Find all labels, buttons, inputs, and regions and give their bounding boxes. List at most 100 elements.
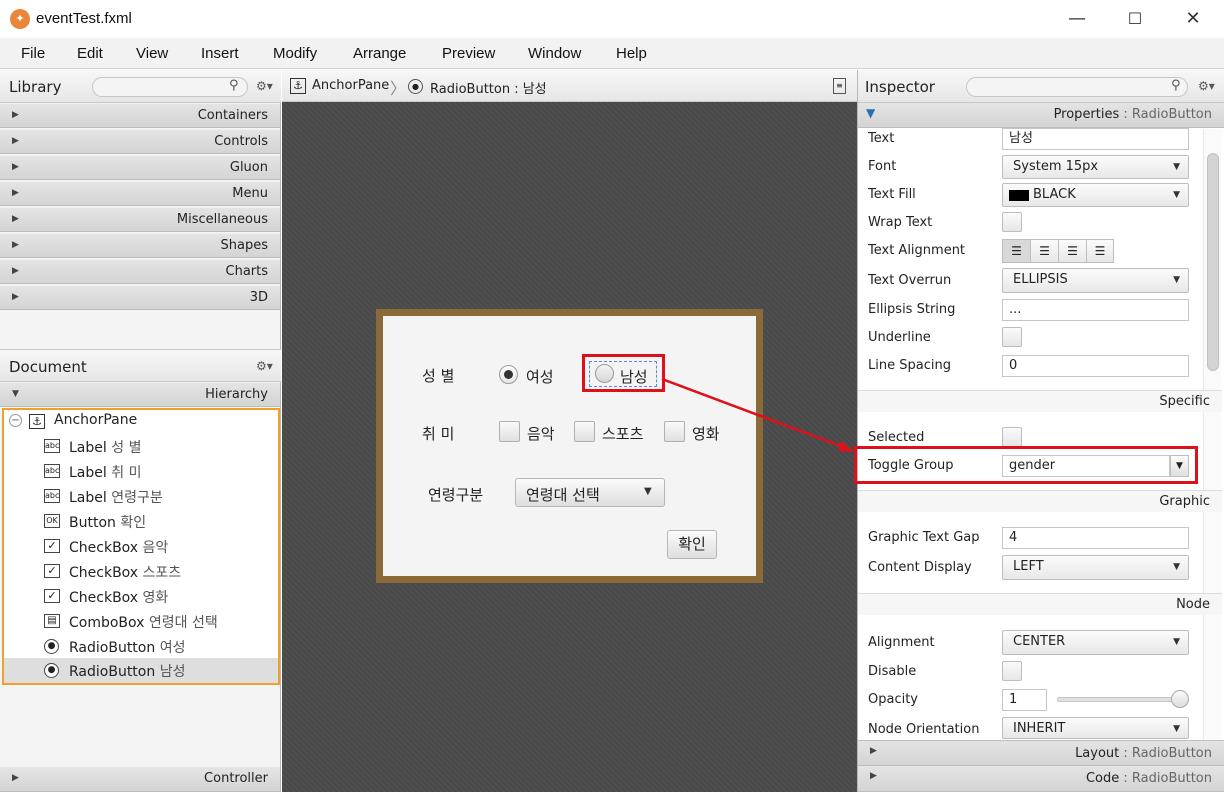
prop-gap-label: Graphic Text Gap <box>868 530 980 545</box>
radio-female-label[interactable]: 여성 <box>526 366 554 387</box>
opacity-slider-thumb[interactable] <box>1171 690 1189 708</box>
menu-preview[interactable]: Preview <box>442 45 495 62</box>
library-category-miscellaneous[interactable]: ▶ Miscellaneous <box>0 207 280 232</box>
prop-orientation-label: Node Orientation <box>868 722 980 737</box>
menu-file[interactable]: File <box>21 45 45 62</box>
tree-item-radiobutton-selected[interactable]: ● RadioButton 남성 <box>4 658 278 683</box>
breadcrumb-separator-icon: 〉 <box>390 79 407 98</box>
document-icon[interactable]: ≡ <box>833 78 846 94</box>
properties-header[interactable]: ▼ Properties : RadioButton <box>858 103 1224 128</box>
tree-item-checkbox[interactable]: ✓ CheckBox 음악 <box>4 534 278 559</box>
expand-arrow-icon: ▶ <box>12 136 19 146</box>
annotation-box-togglegroup <box>854 446 1198 484</box>
prop-linespacing-field[interactable]: 0 <box>1002 355 1189 377</box>
label-icon: abc <box>44 489 60 503</box>
tree-item-button[interactable]: OK Button 확인 <box>4 509 278 534</box>
menu-insert[interactable]: Insert <box>201 45 239 62</box>
breadcrumb-anchorpane[interactable]: AnchorPane <box>312 78 389 93</box>
ok-button[interactable]: 확인 <box>667 530 717 559</box>
chevron-down-icon: ▼ <box>644 486 652 497</box>
prop-wrap-checkbox[interactable] <box>1002 212 1022 232</box>
library-category-gluon[interactable]: ▶ Gluon <box>0 155 280 180</box>
tree-item-label[interactable]: abc Label 취 미 <box>4 459 278 484</box>
minimize-button[interactable]: — <box>1048 0 1106 38</box>
section-node: Node <box>858 593 1222 615</box>
age-label[interactable]: 연령구분 <box>428 484 483 505</box>
expand-arrow-icon: ▶ <box>870 746 877 756</box>
menu-view[interactable]: View <box>136 45 168 62</box>
menu-help[interactable]: Help <box>616 45 647 62</box>
check-music-label[interactable]: 음악 <box>527 423 555 444</box>
section-graphic: Graphic <box>858 490 1222 512</box>
collapse-toggle-icon[interactable]: − <box>9 414 22 427</box>
align-center-icon[interactable]: ☰ <box>1031 240 1059 262</box>
gender-label[interactable]: 성 별 <box>422 365 454 386</box>
prop-disable-checkbox[interactable] <box>1002 661 1022 681</box>
checkbox-icon: ✓ <box>44 589 60 603</box>
menu-window[interactable]: Window <box>528 45 581 62</box>
scrollbar-thumb[interactable] <box>1207 153 1219 371</box>
library-category-controls[interactable]: ▶ Controls <box>0 129 280 154</box>
collapse-arrow-icon: ▼ <box>12 389 19 399</box>
library-category-containers[interactable]: ▶ Containers <box>0 103 280 128</box>
collapse-arrow-icon: ▼ <box>866 106 876 120</box>
prop-selected-label: Selected <box>868 430 925 445</box>
tree-item-label[interactable]: abc Label 연령구분 <box>4 484 278 509</box>
menu-modify[interactable]: Modify <box>273 45 317 62</box>
library-category-menu[interactable]: ▶ Menu <box>0 181 280 206</box>
check-sports-box[interactable] <box>574 421 595 442</box>
document-gear-icon[interactable]: ⚙▾ <box>256 359 273 373</box>
prop-alignment-combo[interactable]: CENTER ▼ <box>1002 630 1189 655</box>
library-gear-icon[interactable]: ⚙▾ <box>256 79 273 93</box>
align-left-icon[interactable]: ☰ <box>1003 240 1031 262</box>
prop-overrun-combo[interactable]: ELLIPSIS ▼ <box>1002 268 1189 293</box>
breadcrumb-bar: ⚓ AnchorPane 〉 ● RadioButton : 남성 ≡ <box>282 70 857 102</box>
hierarchy-header[interactable]: ▼ Hierarchy <box>0 382 280 407</box>
controller-header[interactable]: ▶ Controller <box>0 766 280 792</box>
maximize-button[interactable]: ☐ <box>1106 0 1164 38</box>
prop-selected-checkbox[interactable] <box>1002 427 1022 447</box>
tree-item-radiobutton[interactable]: ● RadioButton 여성 <box>4 634 278 659</box>
tree-item-checkbox[interactable]: ✓ CheckBox 영화 <box>4 584 278 609</box>
prop-display-combo[interactable]: LEFT ▼ <box>1002 555 1189 580</box>
hobby-label[interactable]: 취 미 <box>422 423 454 444</box>
align-right-icon[interactable]: ☰ <box>1059 240 1087 262</box>
code-header[interactable]: ▶ Code : RadioButton <box>858 766 1224 792</box>
layout-header[interactable]: ▶ Layout : RadioButton <box>858 740 1224 766</box>
anchorpane-icon: ⚓ <box>29 414 45 429</box>
prop-underline-checkbox[interactable] <box>1002 327 1022 347</box>
library-category-3d[interactable]: ▶ 3D <box>0 285 280 310</box>
align-justify-icon[interactable]: ☰ <box>1087 240 1113 262</box>
prop-orientation-combo[interactable]: INHERIT ▼ <box>1002 717 1189 739</box>
prop-font-combo[interactable]: System 15px ▼ <box>1002 155 1189 179</box>
prop-opacity-field[interactable]: 1 <box>1002 689 1047 711</box>
age-combobox[interactable]: 연령대 선택 ▼ <box>515 478 665 507</box>
menu-edit[interactable]: Edit <box>77 45 103 62</box>
expand-arrow-icon: ▶ <box>12 292 19 302</box>
tree-item-anchorpane[interactable]: − ⚓ AnchorPane <box>4 409 278 434</box>
library-category-charts[interactable]: ▶ Charts <box>0 259 280 284</box>
prop-ellipsis-field[interactable]: ... <box>1002 299 1189 321</box>
annotation-arrowhead-icon <box>838 441 855 452</box>
opacity-slider-track[interactable] <box>1057 697 1183 702</box>
prop-gap-field[interactable]: 4 <box>1002 527 1189 549</box>
inspector-scrollbar[interactable] <box>1203 129 1221 740</box>
breadcrumb-radiobutton[interactable]: RadioButton : 남성 <box>430 78 547 97</box>
scenebuilder-app-icon: ✦ <box>10 9 30 29</box>
library-search-input[interactable] <box>92 77 248 97</box>
inspector-gear-icon[interactable]: ⚙▾ <box>1198 79 1215 93</box>
radio-female-button[interactable] <box>499 365 518 384</box>
tree-item-checkbox[interactable]: ✓ CheckBox 스포츠 <box>4 559 278 584</box>
tree-item-label[interactable]: abc Label 성 별 <box>4 434 278 459</box>
prop-alignment-label: Alignment <box>868 635 935 650</box>
tree-item-combobox[interactable]: ▤ ComboBox 연령대 선택 <box>4 609 278 634</box>
inspector-search-input[interactable] <box>966 77 1188 97</box>
check-sports-label[interactable]: 스포츠 <box>602 423 643 444</box>
menu-arrange[interactable]: Arrange <box>353 45 406 62</box>
close-button[interactable]: ✕ <box>1164 0 1222 38</box>
checkbox-icon: ✓ <box>44 539 60 553</box>
prop-text-field[interactable]: 남성 <box>1002 128 1189 150</box>
prop-textfill-combo[interactable]: BLACK ▼ <box>1002 183 1189 207</box>
library-category-shapes[interactable]: ▶ Shapes <box>0 233 280 258</box>
check-music-box[interactable] <box>499 421 520 442</box>
